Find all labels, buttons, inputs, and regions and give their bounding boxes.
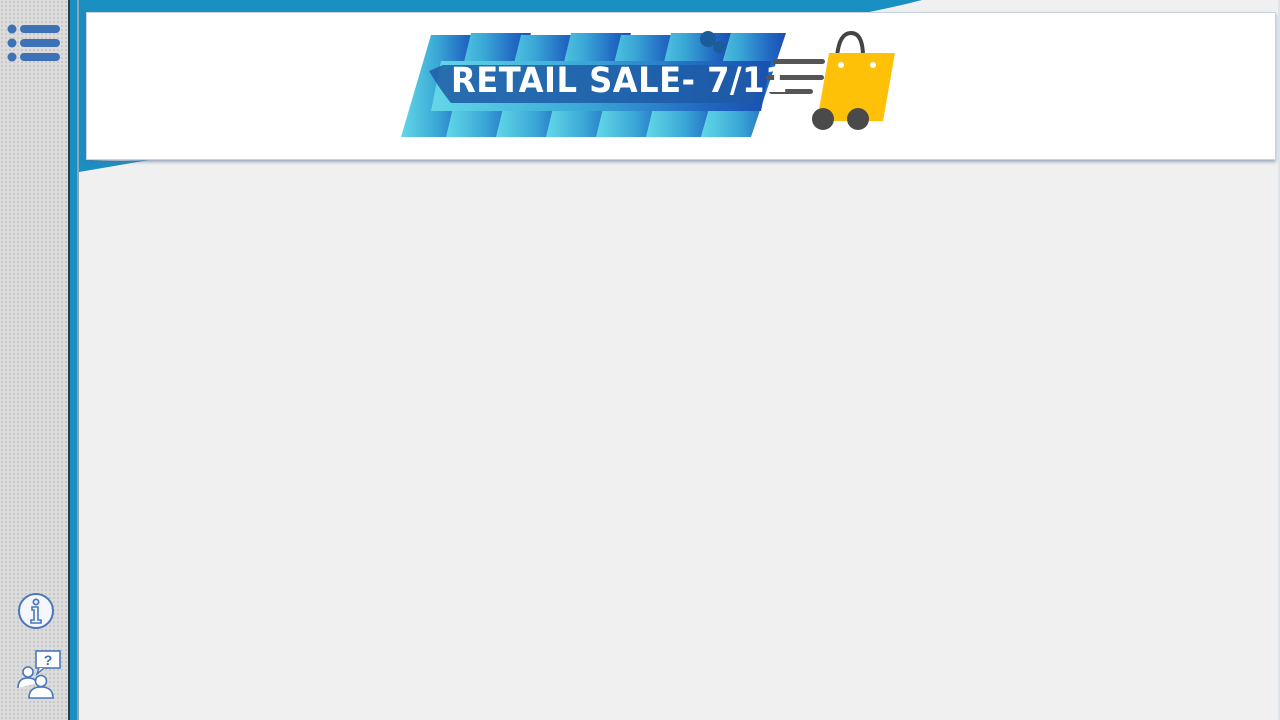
info-icon	[18, 593, 54, 629]
left-sidebar: ?	[0, 0, 68, 720]
sidebar-border	[68, 0, 79, 720]
banner-title: RETAIL SALE- 7/11	[451, 61, 788, 101]
people-question-icon: ?	[17, 650, 61, 699]
info-button[interactable]	[17, 592, 55, 630]
list-menu-icon	[7, 24, 60, 62]
help-button[interactable]: ?	[15, 648, 63, 702]
header-banner: RETAIL SALE- 7/11	[86, 12, 1276, 160]
svg-text:?: ?	[44, 652, 53, 668]
menu-button[interactable]	[5, 24, 63, 64]
app-window: RETAIL SALE- 7/11 ?	[0, 0, 1280, 720]
